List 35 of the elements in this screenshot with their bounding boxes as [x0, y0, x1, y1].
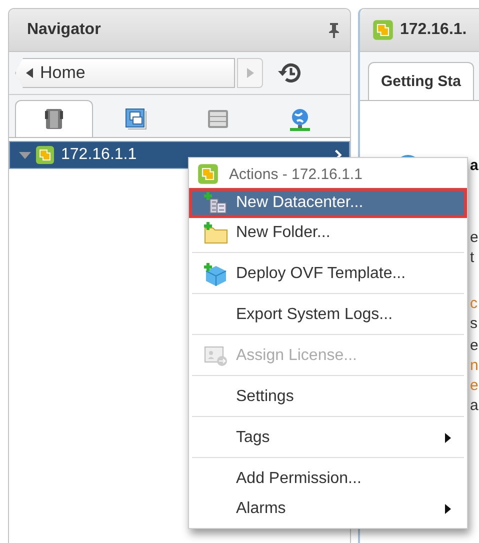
text-fragment: e: [470, 229, 478, 247]
network-icon: [288, 107, 312, 131]
text-fragment: e: [470, 337, 478, 355]
text-fragment: e: [470, 377, 478, 395]
panel-title: 172.16.1.: [400, 21, 467, 39]
vcenter-icon: [35, 145, 55, 165]
pin-icon[interactable]: [328, 22, 340, 38]
back-arrow-icon: [26, 68, 34, 78]
navigator-tab[interactable]: [15, 100, 93, 137]
folder-plus-icon: [204, 222, 228, 244]
panel-title: Navigator: [27, 21, 101, 39]
text-fragment: a: [470, 397, 478, 415]
vcenter-icon: [197, 163, 219, 185]
submenu-arrow-icon: [444, 503, 452, 515]
hosts-icon: [44, 107, 64, 131]
vcenter-icon: [372, 19, 394, 41]
menu-item[interactable]: Alarms: [189, 494, 467, 524]
text-fragment: t: [470, 249, 474, 267]
text-fragment: s: [470, 315, 478, 333]
cube-plus-icon: [204, 262, 228, 286]
menu-item[interactable]: New Folder...: [189, 218, 467, 248]
forward-arrow-icon: [246, 68, 254, 78]
text-fragment: c: [470, 295, 478, 313]
back-button[interactable]: Home: [15, 58, 235, 88]
text-fragment: n: [470, 357, 478, 375]
tab[interactable]: Getting Sta: [368, 62, 474, 100]
submenu-arrow-icon: [444, 432, 452, 444]
license-icon: [204, 345, 228, 367]
storage-icon: [207, 109, 229, 129]
menu-item[interactable]: New Datacenter...: [189, 188, 467, 218]
history-icon[interactable]: [277, 61, 303, 85]
building-plus-icon: [204, 191, 228, 215]
vms-icon: [125, 108, 147, 130]
text-fragment: a: [470, 157, 478, 175]
expand-icon[interactable]: [18, 150, 32, 160]
